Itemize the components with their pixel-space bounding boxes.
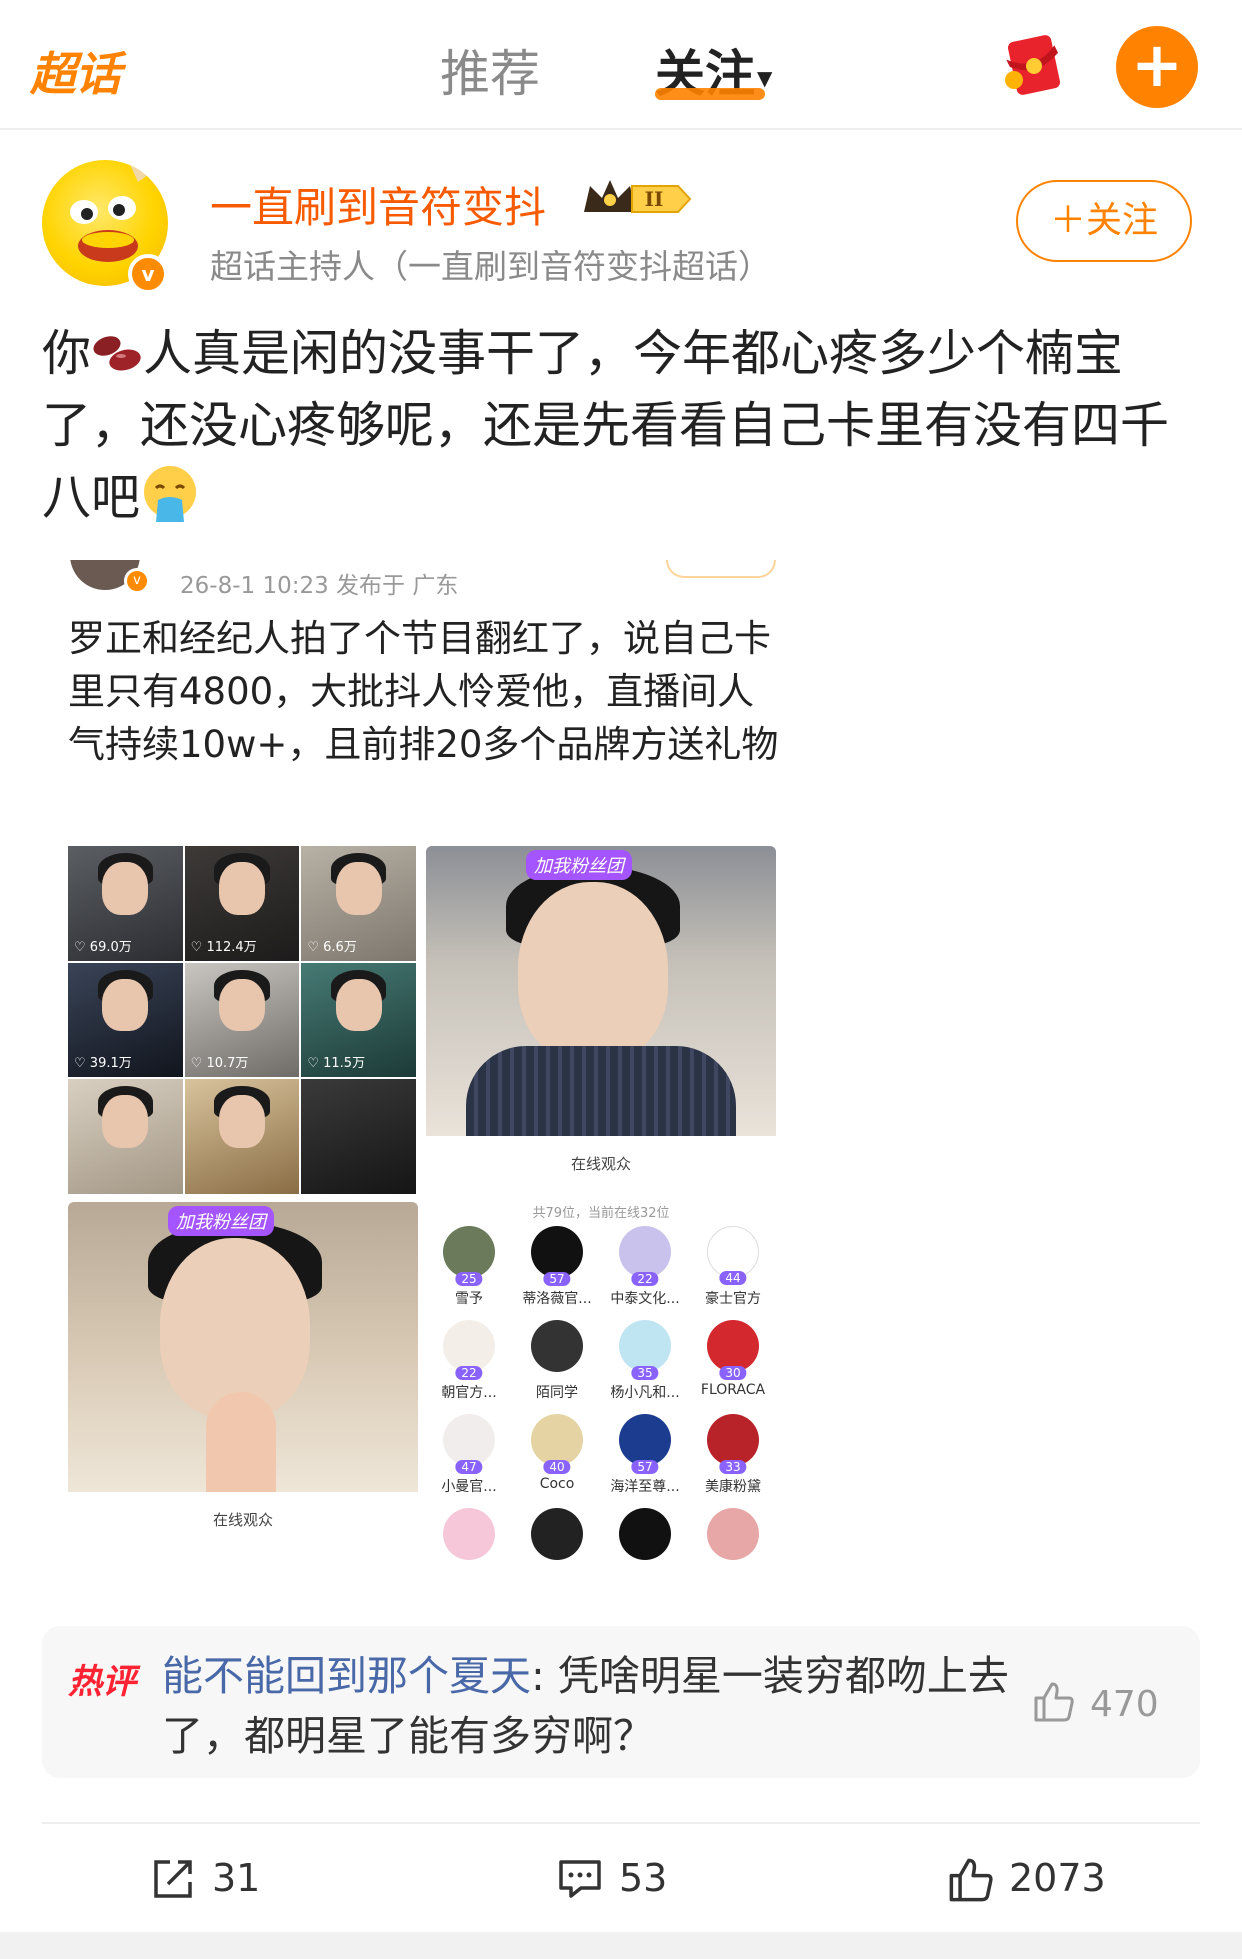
like-count: ♡ 6.6万 — [307, 939, 357, 955]
action-bar: 31 53 2073 — [42, 1822, 1200, 1932]
tab-recommend[interactable]: 推荐 — [440, 34, 540, 106]
chevron-down-icon: ▼ — [757, 65, 773, 90]
red-packet-icon[interactable] — [998, 32, 1068, 98]
supertopic-logo[interactable]: 超话 — [30, 38, 121, 104]
fan-item: 30 FLORACA — [690, 1320, 776, 1398]
grid-photo — [301, 1079, 416, 1194]
post-content: 你 人真是闲的没事干了，今年都心疼多少个楠宝了，还没心疼够呢，还是先看看自己卡里… — [42, 318, 1202, 534]
hot-comment-like-count: 470 — [1090, 1684, 1159, 1725]
fan-item: 陌同学 — [514, 1320, 600, 1402]
comment-icon — [559, 1860, 601, 1898]
svg-text:II: II — [645, 187, 664, 211]
like-count: ♡ 11.5万 — [307, 1056, 366, 1072]
livestream-screenshot: 加我粉丝团 在线观众 — [426, 846, 776, 1192]
post-text-rest: 人真是闲的没事干了，今年都心疼多少个楠宝了，还没心疼够呢，还是先看看自己卡里有没… — [42, 325, 1170, 526]
top-bar: 超话 推荐 关注 ▼ + — [0, 0, 1242, 130]
embedded-meta: 26-8-1 10:23 发布于 广东 — [180, 573, 459, 599]
thumbs-up-icon — [1034, 1682, 1074, 1722]
share-count: 31 — [212, 1856, 261, 1900]
like-count: ♡ 39.1万 — [74, 1056, 132, 1072]
grid-photo: ♡ 39.1万 — [68, 962, 183, 1078]
thumbs-up-icon — [949, 1858, 993, 1902]
grid-photo: ♡ 10.7万 — [184, 962, 300, 1078]
praying-hands — [206, 1392, 276, 1502]
hot-comment-text: 能不能回到那个夏天: 凭啥明星一装穷都吻上去了，都明星了能有多穷啊？ — [162, 1646, 1022, 1766]
fan-item — [602, 1508, 688, 1560]
fans-list: 共79位，当前在线32位 25 雪予 57 蒂洛薇官... 22 中泰文化... 44… — [426, 1202, 776, 1560]
author-name[interactable]: 一直刷到音符变抖 — [210, 174, 546, 235]
author-role: 超话主持人（一直刷到音符变抖超话） — [210, 247, 771, 286]
fan-item — [514, 1508, 600, 1560]
live-fan-club-tag: 加我粉丝团 — [526, 850, 632, 880]
follow-button[interactable]: ＋关注 — [1016, 180, 1192, 262]
fan-item: 22 中泰文化... — [602, 1226, 688, 1308]
hot-comment-user[interactable]: 能不能回到那个夏天 — [162, 1652, 531, 1700]
live-fan-club-tag: 加我粉丝团 — [168, 1206, 274, 1236]
fan-item: 35 杨小凡和... — [602, 1320, 688, 1402]
comment-count: 53 — [619, 1856, 668, 1900]
fan-item: 40 Coco — [514, 1414, 600, 1492]
like-count: ♡ 69.0万 — [74, 939, 132, 955]
post-text-start: 你 — [42, 325, 92, 382]
fan-item: 22 朝官方... — [426, 1320, 512, 1402]
like-count: ♡ 112.4万 — [190, 939, 257, 955]
embedded-follow-button — [666, 560, 776, 578]
fan-item: 44 豪士官方 — [690, 1226, 776, 1308]
embedded-verified-badge: v — [124, 568, 150, 594]
post-image[interactable]: v 26-8-1 10:23 发布于 广东 罗正和经纪人拍了个节目翻红了，说自己… — [60, 560, 800, 1560]
fan-item: 25 雪予 — [426, 1226, 512, 1308]
live-audience-label: 在线观众 — [426, 1136, 776, 1192]
fan-item: 57 海洋至尊... — [602, 1414, 688, 1496]
create-post-button[interactable]: + — [1116, 26, 1198, 108]
fan-item — [426, 1508, 512, 1560]
active-tab-indicator — [655, 88, 765, 100]
fan-item: 57 蒂洛薇官... — [514, 1226, 600, 1308]
livestream-screenshot: 加我粉丝团 在线观众 — [68, 1202, 418, 1548]
grid-photo: ♡ 112.4万 — [184, 846, 300, 961]
like-count: ♡ 10.7万 — [190, 1056, 249, 1072]
bean-emoji-icon — [93, 336, 141, 371]
fan-item: 33 美康粉黛 — [690, 1414, 776, 1496]
fan-item — [690, 1508, 776, 1560]
fans-header: 共79位，当前在线32位 — [532, 1206, 670, 1221]
feed-separator — [0, 1932, 1242, 1959]
hot-comment-like-button[interactable]: 470 — [1032, 1680, 1182, 1730]
like-count: 2073 — [1009, 1856, 1106, 1900]
hot-comment-tag: 热评 — [68, 1662, 136, 1702]
moderator-level-icon: II — [584, 180, 692, 213]
live-audience-label: 在线观众 — [68, 1492, 418, 1548]
grid-photo: ♡ 11.5万 — [301, 962, 416, 1078]
hot-comment[interactable]: 热评 能不能回到那个夏天: 凭啥明星一装穷都吻上去了，都明星了能有多穷啊？ 47… — [42, 1626, 1200, 1778]
grid-photo: ♡ 69.0万 — [68, 846, 183, 961]
share-icon — [154, 1860, 192, 1898]
grid-photo — [68, 1079, 183, 1194]
verified-badge: v — [128, 254, 168, 294]
grid-photo: ♡ 6.6万 — [301, 846, 416, 961]
fan-item: 47 小曼官... — [426, 1414, 512, 1496]
grid-photo — [184, 1079, 300, 1194]
embedded-text: 罗正和经纪人拍了个节目翻红了，说自己卡里只有4800，大批抖人怜爱他，直播间人气… — [68, 617, 779, 766]
photo-grid: ♡ 69.0万 ♡ 112.4万 ♡ 6.6万 ♡ 39.1万 ♡ 10.7万 … — [68, 846, 416, 1194]
vomit-face-emoji-icon — [144, 466, 197, 522]
